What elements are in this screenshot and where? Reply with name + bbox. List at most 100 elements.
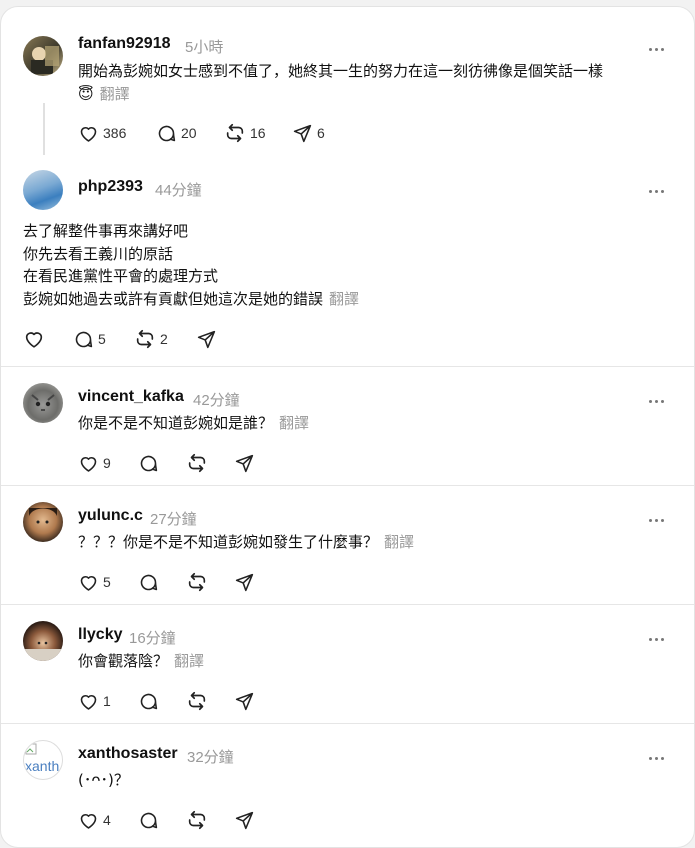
share-button[interactable]	[196, 327, 217, 351]
comment-icon	[158, 125, 176, 141]
action-bar: 386 20 16 6	[78, 121, 378, 145]
avatar[interactable]: xanth	[23, 740, 63, 780]
post-text-line: (･ᴖ･)？	[78, 771, 129, 789]
more-options-icon[interactable]	[649, 44, 669, 58]
avatar[interactable]	[23, 36, 63, 76]
heart-icon	[80, 813, 97, 829]
comment-button[interactable]: 20	[156, 121, 197, 145]
post-text-line: 你會觀落陰？	[78, 652, 169, 670]
post-text: 你是不是不知道彭婉如是誰？ 翻譯	[78, 412, 309, 435]
comment-button[interactable]	[138, 570, 159, 594]
post-text-line: 你是不是不知道彭婉如是誰？	[78, 414, 274, 432]
like-button[interactable]: 4	[78, 808, 111, 832]
comment-button[interactable]	[138, 808, 159, 832]
comment-icon	[75, 331, 93, 347]
post-text-line: 在看民進黨性平會的處理方式	[23, 267, 219, 285]
post-4: yulunc.c 27分鐘 ？？？你是不是不知道彭婉如發生了什麼事？ 翻譯 5	[1, 486, 694, 604]
action-bar: 5 2	[23, 327, 323, 351]
post-2: php2393 44分鐘 去了解整件事再來講好吧 你先去看王義川的原話 在看民進…	[1, 159, 694, 365]
like-button[interactable]: 1	[78, 689, 111, 713]
post-5: llycky 16分鐘 你會觀落陰？ 翻譯 1	[1, 605, 694, 723]
more-options-icon[interactable]	[649, 515, 669, 529]
post-3: vincent_kafka 42分鐘 你是不是不知道彭婉如是誰？ 翻譯 9	[1, 367, 694, 485]
repost-button[interactable]: 2	[134, 327, 168, 351]
translate-link[interactable]: 翻譯	[100, 85, 130, 103]
username[interactable]: fanfan92918	[78, 35, 171, 53]
post-text-line: 彭婉如她過去或許有貢獻但她這次是她的錯誤 翻譯	[23, 288, 359, 311]
like-button[interactable]: 5	[78, 570, 111, 594]
username[interactable]: php2393	[78, 178, 143, 196]
timestamp[interactable]: 16分鐘	[129, 627, 176, 648]
repost-icon	[188, 453, 206, 473]
like-button[interactable]	[23, 327, 45, 351]
comment-icon	[140, 812, 158, 828]
share-button[interactable]: 6	[292, 121, 325, 145]
more-options-icon[interactable]	[649, 396, 669, 410]
repost-button[interactable]	[186, 570, 208, 594]
repost-count: 2	[160, 331, 168, 347]
comment-count: 5	[98, 331, 106, 347]
post-text: 你會觀落陰？ 翻譯	[78, 650, 204, 673]
like-count: 9	[103, 455, 111, 471]
action-bar: 4	[78, 808, 338, 832]
heart-icon	[80, 575, 97, 591]
share-button[interactable]	[234, 451, 255, 475]
avatar[interactable]	[23, 170, 63, 210]
thread-line	[43, 103, 45, 155]
avatar[interactable]	[23, 383, 63, 423]
repost-icon	[188, 810, 206, 830]
action-bar: 1	[78, 689, 338, 713]
timestamp[interactable]: 32分鐘	[187, 746, 234, 767]
translate-link[interactable]: 翻譯	[279, 414, 309, 432]
comment-icon	[140, 574, 158, 590]
post-text-line: 去了解整件事再來講好吧	[23, 222, 189, 240]
repost-icon	[188, 572, 206, 592]
feed-card: fanfan92918 5小時 開始為彭婉如女士感到不值了，她終其一生的努力在這…	[0, 6, 695, 848]
translate-link[interactable]: 翻譯	[329, 290, 359, 308]
post-text: 開始為彭婉如女士感到不值了，她終其一生的努力在這一刻彷彿像是個笑話一樣 😇 翻譯	[78, 60, 603, 105]
username[interactable]: xanthosaster	[78, 745, 178, 763]
more-options-icon[interactable]	[649, 186, 669, 200]
avatar[interactable]	[23, 621, 63, 661]
share-icon	[235, 692, 254, 710]
timestamp[interactable]: 5小時	[185, 36, 223, 57]
repost-button[interactable]	[186, 689, 208, 713]
comment-icon	[140, 693, 158, 709]
like-count: 386	[103, 125, 127, 141]
post-text: (･ᴖ･)？	[78, 769, 129, 792]
post-text-line: 開始為彭婉如女士感到不值了，她終其一生的努力在這一刻彷彿像是個笑話一樣	[78, 62, 604, 80]
repost-icon	[136, 329, 154, 349]
username[interactable]: yulunc.c	[78, 507, 143, 525]
repost-button[interactable]	[186, 451, 208, 475]
more-options-icon[interactable]	[649, 634, 669, 648]
repost-icon	[188, 691, 206, 711]
timestamp[interactable]: 27分鐘	[150, 508, 197, 529]
heart-icon	[80, 126, 97, 142]
username[interactable]: llycky	[78, 626, 122, 644]
share-button[interactable]	[234, 808, 255, 832]
repost-icon	[226, 123, 244, 143]
timestamp[interactable]: 44分鐘	[155, 179, 202, 200]
action-bar: 5	[78, 570, 338, 594]
username[interactable]: vincent_kafka	[78, 388, 184, 406]
repost-button[interactable]	[186, 808, 208, 832]
avatar[interactable]	[23, 502, 63, 542]
repost-button[interactable]: 16	[224, 121, 266, 145]
comment-button[interactable]	[138, 689, 159, 713]
like-button[interactable]: 9	[78, 451, 111, 475]
more-options-icon[interactable]	[649, 753, 669, 767]
like-button[interactable]: 386	[78, 121, 126, 145]
action-bar: 9	[78, 451, 338, 475]
share-button[interactable]	[234, 570, 255, 594]
post-text: ？？？你是不是不知道彭婉如發生了什麼事？ 翻譯	[78, 531, 414, 554]
translate-link[interactable]: 翻譯	[384, 533, 414, 551]
share-icon	[197, 330, 216, 348]
share-icon	[235, 573, 254, 591]
comment-icon	[140, 455, 158, 471]
comment-button[interactable]	[138, 451, 159, 475]
translate-link[interactable]: 翻譯	[174, 652, 204, 670]
share-button[interactable]	[234, 689, 255, 713]
comment-button[interactable]: 5	[73, 327, 106, 351]
timestamp[interactable]: 42分鐘	[193, 389, 240, 410]
post-text-line: ？？？你是不是不知道彭婉如發生了什麼事？	[78, 533, 379, 551]
